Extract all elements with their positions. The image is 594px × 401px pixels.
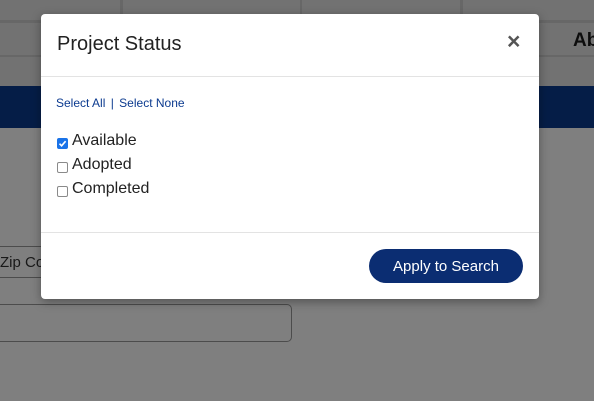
modal-header: Project Status × xyxy=(41,14,539,77)
project-status-modal: Project Status × Select All | Select Non… xyxy=(41,14,539,299)
status-option-adopted[interactable]: Adopted xyxy=(56,153,149,177)
link-separator: | xyxy=(110,96,114,110)
status-label-completed: Completed xyxy=(72,180,150,197)
modal-footer: Apply to Search xyxy=(41,232,539,300)
checkbox-available[interactable] xyxy=(57,137,68,149)
checkmark-icon xyxy=(58,140,67,147)
select-none-link[interactable]: Select None xyxy=(119,96,184,110)
apply-to-search-button[interactable]: Apply to Search xyxy=(369,249,523,283)
close-icon[interactable]: × xyxy=(507,30,520,53)
status-option-completed[interactable]: Completed xyxy=(56,177,149,201)
modal-title: Project Status xyxy=(57,33,182,55)
select-all-link[interactable]: Select All xyxy=(56,96,105,110)
checkbox-adopted[interactable] xyxy=(57,161,68,173)
select-links: Select All | Select None xyxy=(56,96,185,110)
status-checkbox-list: Available Adopted Completed xyxy=(56,129,149,201)
status-option-available[interactable]: Available xyxy=(56,129,149,153)
checkbox-completed[interactable] xyxy=(57,185,68,197)
modal-body: Select All | Select None Available Adopt… xyxy=(41,77,539,232)
status-label-adopted: Adopted xyxy=(72,156,132,173)
status-label-available: Available xyxy=(72,132,137,149)
